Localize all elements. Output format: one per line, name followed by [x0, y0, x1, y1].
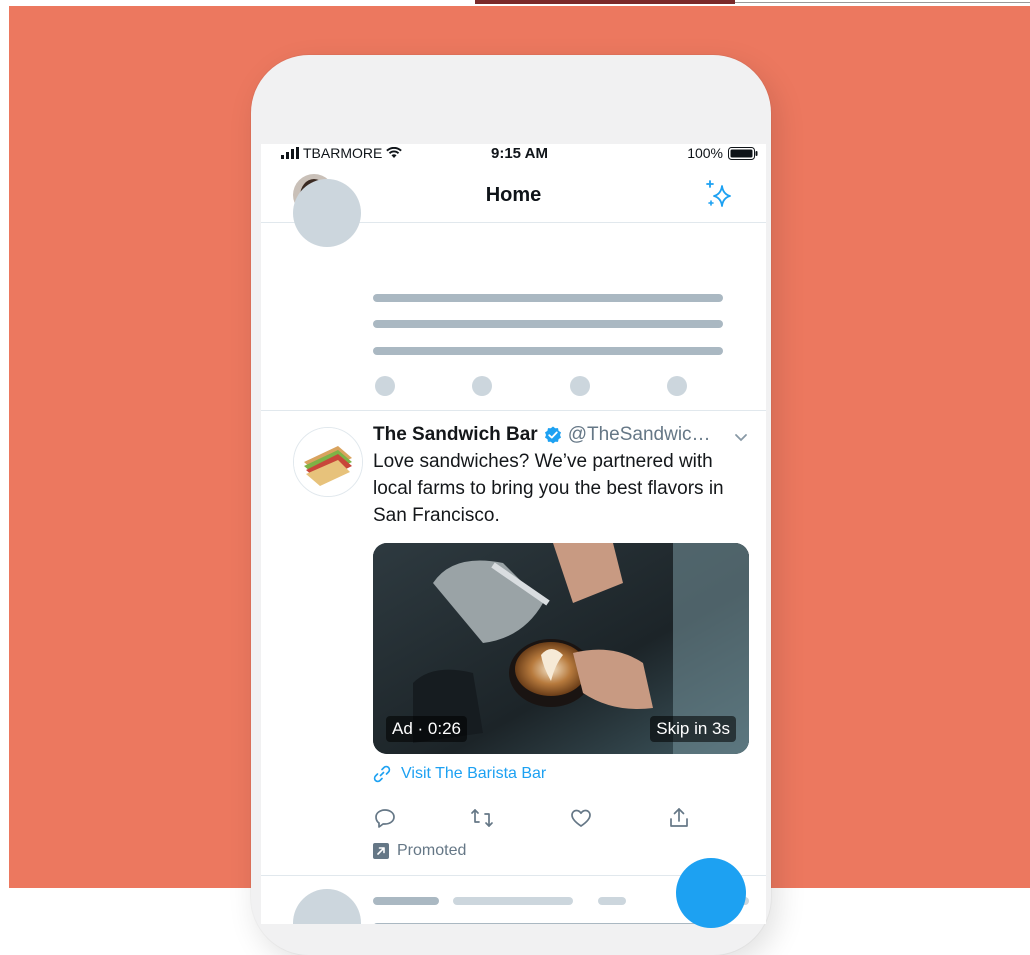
battery-percent: 100%	[687, 145, 723, 161]
tweet-actions	[373, 806, 713, 830]
sparkle-icon[interactable]	[702, 178, 736, 212]
top-line	[735, 2, 1030, 3]
tweet-avatar[interactable]	[293, 427, 363, 497]
placeholder-line	[373, 294, 723, 302]
share-icon[interactable]	[667, 806, 691, 830]
battery-status: 100%	[687, 145, 758, 161]
promoted-text: Promoted	[397, 842, 467, 859]
reply-icon[interactable]	[373, 806, 397, 830]
wifi-icon	[386, 147, 403, 158]
phone-screen: TBARMORE 9:15 AM 100% Home The Sandwich …	[261, 144, 766, 924]
signal-icon	[281, 147, 299, 159]
placeholder-action	[375, 376, 395, 396]
phone-frame: TBARMORE 9:15 AM 100% Home The Sandwich …	[251, 55, 771, 955]
tweet-author-name[interactable]: The Sandwich Bar	[373, 424, 538, 446]
top-strip	[475, 0, 735, 4]
chevron-down-icon[interactable]	[734, 433, 748, 443]
battery-icon	[728, 146, 758, 160]
placeholder-line	[453, 897, 573, 905]
status-time: 9:15 AM	[491, 145, 548, 162]
placeholder-avatar	[293, 889, 361, 924]
ad-video[interactable]: Ad · 0:26 Skip in 3s	[373, 543, 749, 754]
like-icon[interactable]	[569, 806, 593, 830]
promoted-label: Promoted	[373, 842, 466, 860]
status-bar: TBARMORE 9:15 AM 100%	[261, 144, 766, 164]
placeholder-action	[472, 376, 492, 396]
link-icon	[373, 765, 391, 783]
placeholder-line	[373, 897, 439, 905]
website-link-text: Visit The Barista Bar	[401, 765, 547, 782]
tweet-header: The Sandwich Bar @TheSandwic…	[373, 424, 753, 446]
skip-ad-button[interactable]: Skip in 3s	[650, 716, 736, 742]
tweet-author-handle[interactable]: @TheSandwic…	[568, 424, 711, 446]
placeholder-line	[373, 923, 703, 924]
compose-tweet-button[interactable]	[676, 858, 746, 928]
website-link[interactable]: Visit The Barista Bar	[373, 765, 546, 783]
placeholder-action	[570, 376, 590, 396]
placeholder-line	[373, 320, 723, 328]
carrier-name: TBARMORE	[303, 145, 383, 161]
placeholder-action	[667, 376, 687, 396]
placeholder-avatar	[293, 179, 361, 247]
placeholder-line	[373, 347, 723, 355]
placeholder-line	[598, 897, 626, 905]
tweet-text: Love sandwiches? We’ve partnered with lo…	[373, 451, 724, 526]
carrier: TBARMORE	[281, 145, 403, 161]
verified-icon	[544, 426, 561, 444]
ad-duration-badge: Ad · 0:26	[386, 716, 467, 742]
retweet-icon[interactable]	[470, 806, 494, 830]
promoted-icon	[373, 843, 389, 859]
divider	[261, 410, 766, 411]
